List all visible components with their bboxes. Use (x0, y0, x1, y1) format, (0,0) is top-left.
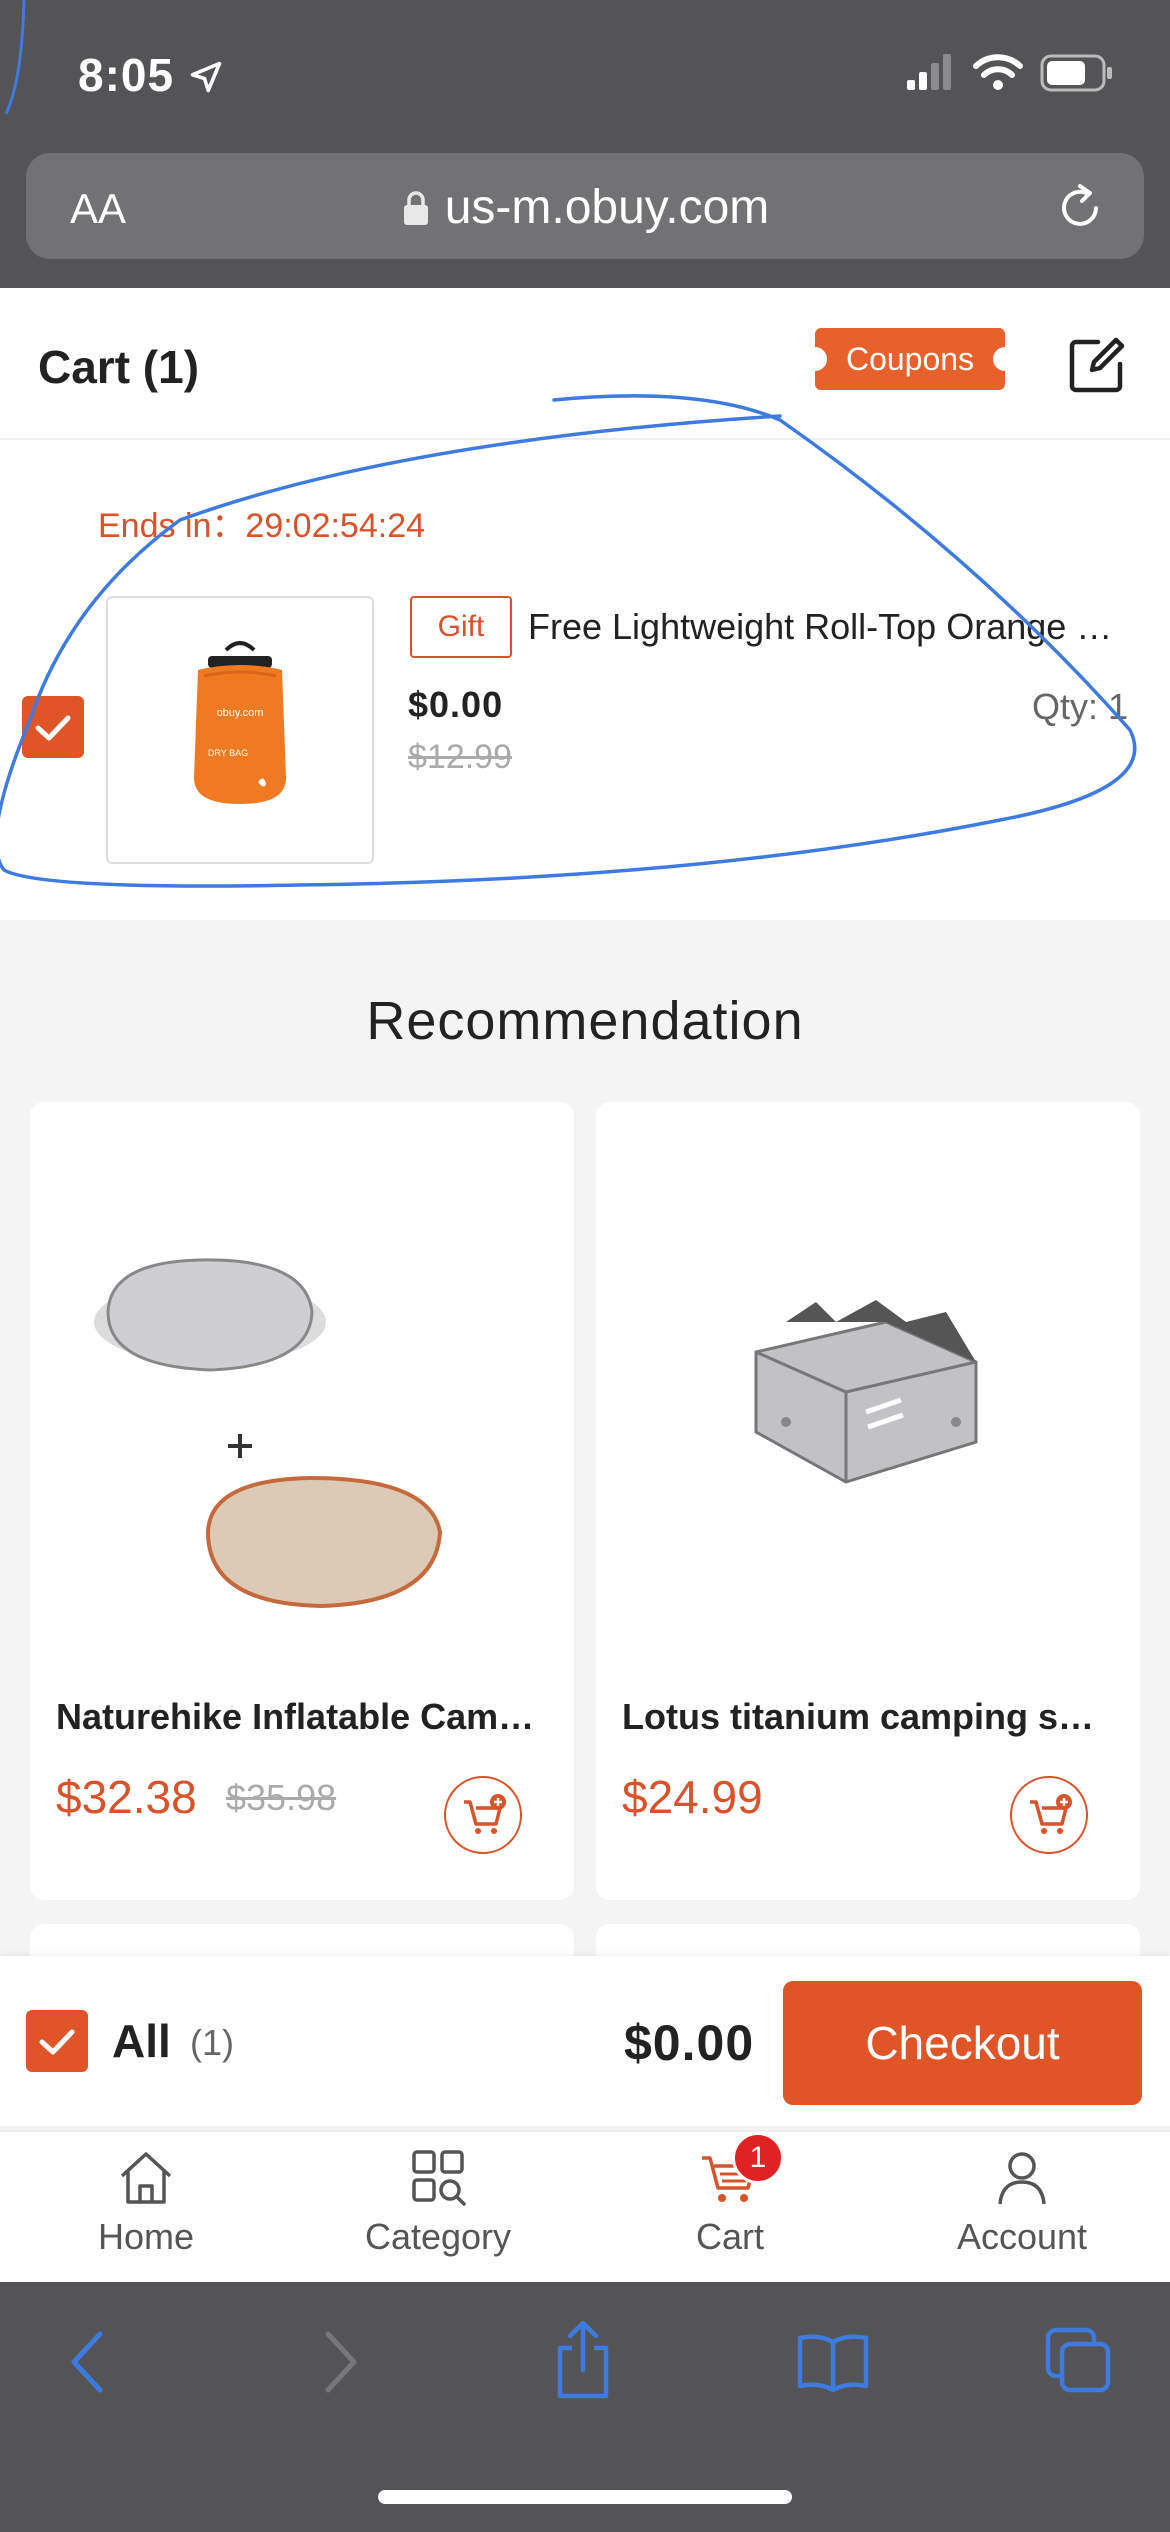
item-thumbnail[interactable]: obuy.com DRY BAG (106, 596, 374, 864)
signal-icon (907, 54, 951, 90)
product-price: $24.99 (622, 1771, 763, 1823)
location-arrow-icon (190, 61, 222, 93)
check-icon (35, 715, 71, 741)
tab-label: Account (956, 2216, 1088, 2257)
add-to-cart-icon (1030, 1794, 1072, 1834)
cart-badge: 1 (732, 2132, 784, 2184)
category-icon (412, 2150, 466, 2206)
recommendation-title: Recommendation (366, 991, 804, 1051)
tab-category[interactable]: Category (292, 2148, 584, 2258)
item-original-price: $12.99 (408, 738, 512, 776)
tab-label: Cart (695, 2216, 764, 2257)
item-price: $0.00 (408, 684, 504, 725)
wifi-icon (973, 54, 1023, 90)
add-to-cart-icon (464, 1794, 506, 1834)
lock-icon (403, 191, 428, 225)
tab-cart[interactable]: Cart (584, 2148, 876, 2258)
back-icon[interactable] (66, 2330, 110, 2394)
pillow-image (94, 1258, 443, 1609)
product-price: $32.38 (56, 1771, 197, 1823)
item-name[interactable]: Free Lightweight Roll-Top Orange Dry Bag (528, 606, 1128, 648)
add-to-cart-button[interactable] (1010, 1776, 1088, 1854)
account-icon (998, 2152, 1046, 2205)
forward-icon[interactable] (318, 2330, 362, 2394)
product-name[interactable]: Naturehike Inflatable Camping Pillow (56, 1696, 536, 1738)
edit-icon[interactable] (1064, 334, 1128, 398)
time-text: 8:05 (78, 49, 175, 101)
countdown-timer: Ends in：29:02:54:24 (98, 507, 426, 545)
item-checkbox[interactable] (22, 696, 84, 758)
home-indicator (378, 2490, 792, 2504)
coupons-button[interactable]: Coupons (803, 328, 1017, 390)
bag-label-text: DRY BAG (208, 748, 248, 758)
tab-home[interactable]: Home (0, 2148, 292, 2258)
reload-icon[interactable] (1050, 178, 1110, 238)
select-all-count: (1) (190, 2022, 234, 2063)
url-label: us-m.obuy.com (444, 181, 770, 234)
product-name[interactable]: Lotus titanium camping stove (622, 1696, 1102, 1738)
tab-account[interactable]: Account (876, 2148, 1168, 2258)
select-all-checkbox[interactable] (26, 2010, 88, 2072)
bag-brand-text: obuy.com (217, 707, 264, 719)
home-icon (120, 2152, 172, 2204)
cart-total: $0.00 (624, 2015, 755, 2071)
bookmarks-icon[interactable] (794, 2330, 872, 2394)
stove-image (754, 1300, 978, 1484)
tabs-icon[interactable] (1044, 2326, 1114, 2396)
add-to-cart-button[interactable] (444, 1776, 522, 1854)
check-icon (39, 2029, 75, 2055)
dry-bag-image: obuy.com DRY BAG (194, 641, 286, 804)
tab-label: Category (364, 2216, 512, 2257)
product-card[interactable]: Lotus titanium camping stove $24.99 (596, 1102, 1140, 1900)
select-all-label[interactable]: All (112, 2014, 171, 2068)
page-title: Cart (1) (38, 341, 200, 393)
item-quantity: Qty: 1 (1032, 686, 1129, 727)
gift-tag: Gift (410, 596, 512, 658)
checkout-button[interactable]: Checkout (783, 1981, 1142, 2105)
tab-label: Home (97, 2216, 195, 2257)
status-time: 8:05 (78, 48, 224, 102)
battery-icon (1040, 54, 1112, 92)
product-card[interactable]: Naturehike Inflatable Camping Pillow $32… (30, 1102, 574, 1900)
share-icon[interactable] (548, 2318, 618, 2402)
url-text[interactable]: us-m.obuy.com (0, 180, 1170, 235)
product-original-price: $35.98 (226, 1777, 337, 1818)
